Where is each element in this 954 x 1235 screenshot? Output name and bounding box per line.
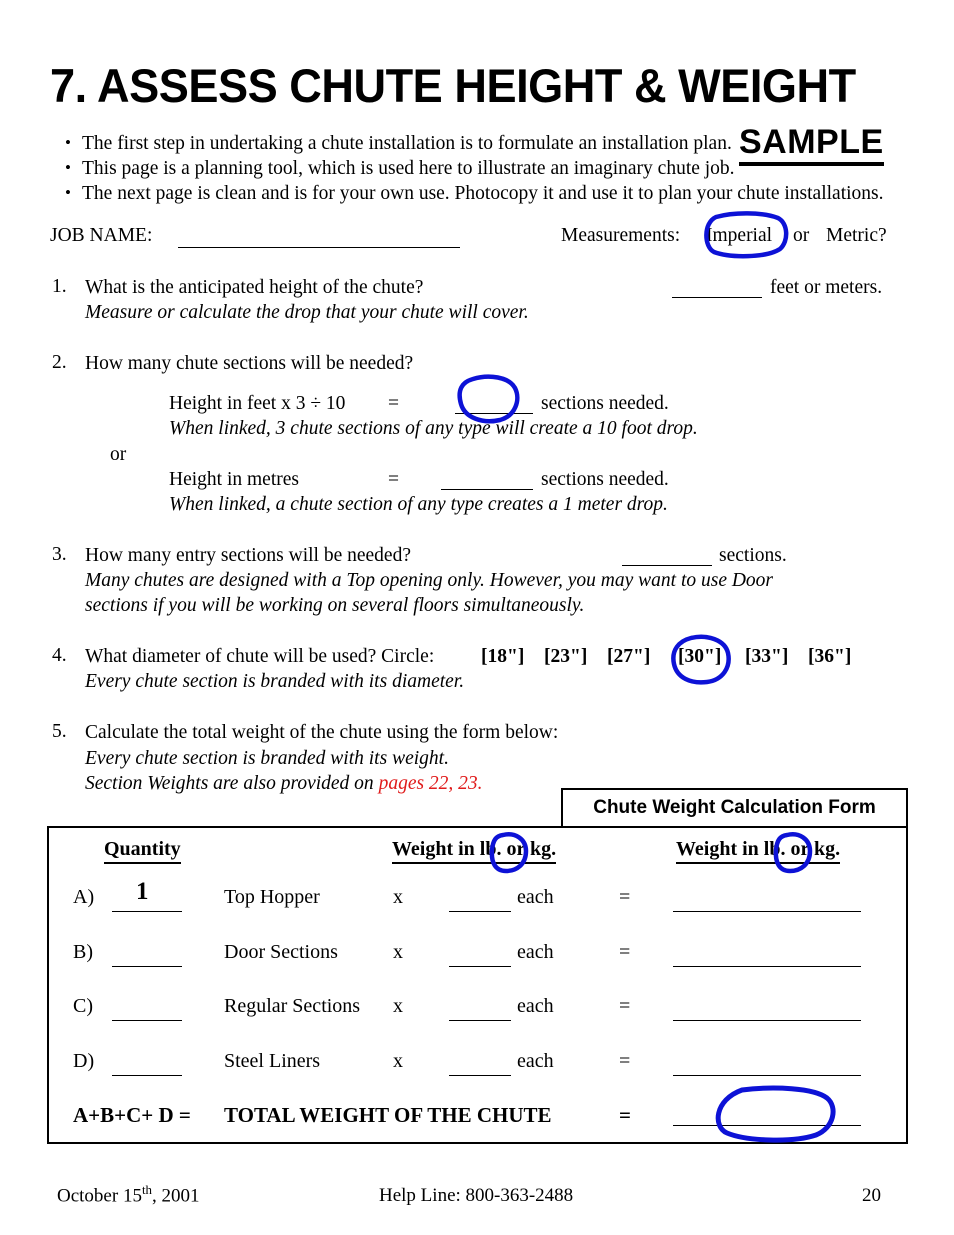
- question-1-note: Measure or calculate the drop that your …: [85, 302, 529, 323]
- formula-imperial-blank[interactable]: [455, 413, 533, 414]
- job-name-blank[interactable]: [178, 247, 460, 248]
- diameter-option-30[interactable]: [30"]: [678, 645, 721, 669]
- list-item: This page is a planning tool, which is u…: [62, 155, 852, 181]
- formula-metric-blank[interactable]: [441, 489, 533, 490]
- formula-imperial-equals: =: [388, 393, 399, 414]
- document-page: 7. ASSESS CHUTE HEIGHT & WEIGHT SAMPLE T…: [0, 0, 954, 1235]
- diameter-option-36[interactable]: [36"]: [808, 645, 851, 669]
- formula-metric-label: Height in metres: [169, 469, 299, 490]
- question-5-text: Calculate the total weight of the chute …: [85, 722, 559, 743]
- question-5-note1: Every chute section is branded with its …: [85, 748, 449, 769]
- question-5-note2-prefix: Section Weights are also provided on: [85, 773, 379, 794]
- form-header-box: Chute Weight Calculation Form: [561, 788, 908, 828]
- formula-metric-equals: =: [388, 469, 399, 490]
- measurements-label: Measurements:: [561, 225, 681, 246]
- intro-bullet-list: The first step in undertaking a chute in…: [62, 130, 884, 206]
- question-3-note-line2: sections if you will be working on sever…: [85, 595, 585, 616]
- diameter-option-33[interactable]: [33"]: [745, 645, 788, 669]
- question-2-number: 2.: [52, 352, 67, 373]
- list-item: The first step in undertaking a chute in…: [62, 130, 852, 156]
- page-title: 7. ASSESS CHUTE HEIGHT & WEIGHT: [50, 59, 856, 112]
- list-item: The next page is clean and is for your o…: [62, 180, 884, 206]
- formula-imperial-label: Height in feet x 3 ÷ 10: [169, 393, 346, 414]
- question-1-text: What is the anticipated height of the ch…: [85, 277, 424, 298]
- diameter-option-23[interactable]: [23"]: [544, 645, 587, 669]
- footer-help-line: Help Line: 800-363-2488: [379, 1185, 574, 1206]
- diameter-option-27[interactable]: [27"]: [607, 645, 650, 669]
- job-name-label: JOB NAME:: [50, 225, 153, 246]
- form-header-title: Chute Weight Calculation Form: [593, 797, 876, 818]
- chute-weight-calculation-form: [47, 826, 908, 1144]
- question-4-number: 4.: [52, 645, 67, 666]
- question-5-number: 5.: [52, 721, 67, 742]
- question-1-number: 1.: [52, 276, 67, 297]
- formula-imperial-note: When linked, 3 chute sections of any typ…: [169, 418, 698, 439]
- question-3-number: 3.: [52, 544, 67, 565]
- measurement-option-imperial[interactable]: Imperial: [706, 224, 772, 248]
- question-4-text: What diameter of chute will be used? Cir…: [85, 646, 435, 667]
- question-3-text: How many entry sections will be needed?: [85, 545, 411, 566]
- measurement-option-metric[interactable]: Metric?: [826, 224, 887, 248]
- footer-page-number: 20: [862, 1185, 881, 1206]
- diameter-option-18[interactable]: [18"]: [481, 645, 524, 669]
- question-1-units: feet or meters.: [770, 277, 883, 298]
- question-5-note2: Section Weights are also provided on pag…: [85, 772, 483, 796]
- formula-metric-note: When linked, a chute section of any type…: [169, 494, 668, 515]
- footer-date-prefix: October 15: [57, 1185, 142, 1206]
- question-3-note-line1: Many chutes are designed with a Top open…: [85, 570, 774, 591]
- pages-reference-link[interactable]: pages 22, 23.: [379, 773, 483, 794]
- question-2-text: How many chute sections will be needed?: [85, 353, 414, 374]
- question-4-note: Every chute section is branded with its …: [85, 671, 465, 692]
- formula-metric-suffix: sections needed.: [541, 469, 669, 490]
- footer-date: October 15th, 2001: [57, 1182, 200, 1207]
- question-3-blank[interactable]: [622, 565, 712, 566]
- question-3-units: sections.: [719, 545, 787, 566]
- formula-or-label: or: [110, 444, 127, 465]
- question-1-blank[interactable]: [672, 297, 762, 298]
- formula-imperial-suffix: sections needed.: [541, 393, 669, 414]
- footer-date-ordinal: th: [141, 1181, 152, 1197]
- footer-date-suffix: , 2001: [152, 1185, 200, 1206]
- measurement-conjunction: or: [793, 225, 810, 246]
